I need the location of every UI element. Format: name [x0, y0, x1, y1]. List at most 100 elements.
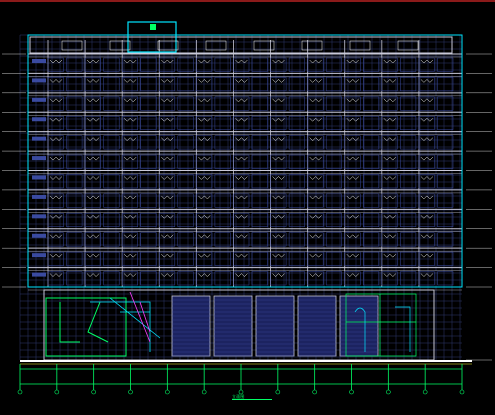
window: [140, 116, 157, 130]
balcony-tag: [32, 253, 46, 258]
roof-vent: [253, 40, 275, 51]
window-mark: [420, 253, 434, 258]
window: [288, 154, 305, 169]
window-mark: [383, 98, 396, 103]
window: [140, 96, 157, 111]
window-mark: [161, 273, 174, 277]
window-mark: [346, 273, 359, 277]
window-mark: [124, 195, 137, 200]
window-mark: [198, 59, 211, 64]
window: [400, 57, 417, 72]
window-mark: [309, 156, 322, 161]
window-mark: [346, 176, 359, 180]
window: [437, 116, 454, 130]
core-marker: [150, 24, 156, 30]
window-mark: [86, 273, 100, 277]
axis-bubble: [275, 389, 281, 395]
window-mark: [198, 79, 211, 83]
window: [437, 232, 454, 247]
window-mark: [124, 98, 137, 103]
window: [363, 154, 380, 169]
roof-vent: [61, 40, 83, 51]
window-mark: [235, 59, 248, 64]
window-mark: [235, 176, 248, 180]
window-mark: [272, 253, 285, 258]
window: [140, 174, 157, 189]
window-mark: [309, 79, 322, 83]
window-mark: [309, 98, 322, 103]
window-mark: [124, 234, 137, 239]
window-mark: [383, 59, 396, 64]
window-mark: [420, 176, 434, 180]
window-mark: [420, 59, 434, 64]
window-mark: [272, 273, 285, 277]
window: [103, 154, 120, 169]
balcony-tag: [32, 214, 46, 219]
window-mark: [161, 79, 174, 83]
axis-bubble: [17, 389, 23, 395]
window-mark: [309, 59, 322, 64]
ground-line: [20, 360, 472, 362]
shopfront: [297, 295, 337, 357]
window-mark: [309, 234, 322, 239]
window-mark: [383, 234, 396, 239]
window: [66, 213, 83, 227]
window-mark: [309, 273, 322, 277]
window-mark: [124, 79, 137, 83]
axis-bubble: [459, 389, 465, 395]
window: [288, 271, 305, 286]
building-outline: [27, 21, 463, 288]
window-mark: [235, 234, 248, 239]
window: [363, 174, 380, 189]
window-mark: [124, 176, 137, 180]
window-mark: [198, 98, 211, 103]
window-mark: [235, 273, 248, 277]
window-mark: [86, 59, 100, 64]
window: [325, 96, 342, 111]
window: [288, 96, 305, 111]
drawing-title: 立面图: [232, 394, 272, 401]
window-mark: [420, 273, 434, 277]
canopy-structure: [90, 297, 161, 352]
window-mark: [161, 118, 174, 122]
window: [400, 174, 417, 189]
window: [66, 174, 83, 189]
roof-vent: [301, 40, 323, 51]
window-mark: [198, 273, 211, 277]
window: [437, 213, 454, 227]
axis-bubble: [312, 389, 317, 395]
window-mark: [309, 176, 322, 180]
window-glyphs: [47, 57, 454, 286]
window-mark: [272, 59, 285, 64]
window: [400, 154, 417, 169]
window: [288, 57, 305, 72]
elevation-drawing: [2, 21, 492, 395]
roof-parapet: [29, 36, 453, 54]
window: [437, 174, 454, 189]
window: [288, 232, 305, 247]
window-mark: [161, 234, 174, 239]
window: [363, 271, 380, 286]
window: [400, 271, 417, 286]
shopfront: [255, 295, 295, 357]
window: [66, 96, 83, 111]
window-mark: [235, 118, 248, 122]
window-mark: [420, 98, 434, 103]
window-mark: [309, 118, 322, 122]
window-mark: [420, 118, 434, 122]
axis-bubble: [386, 389, 391, 395]
dimension-lines: [17, 364, 465, 395]
balcony-tag: [32, 175, 46, 180]
window-mark: [86, 118, 100, 122]
window: [66, 271, 83, 286]
window-mark: [86, 79, 100, 83]
window-mark: [383, 176, 396, 180]
window: [363, 213, 380, 227]
drawing-title-underline: [232, 399, 272, 400]
window-mark: [272, 118, 285, 122]
window-mark: [346, 59, 359, 64]
window: [437, 96, 454, 111]
window-mark: [309, 253, 322, 258]
window-mark: [346, 253, 359, 258]
window: [325, 57, 342, 72]
